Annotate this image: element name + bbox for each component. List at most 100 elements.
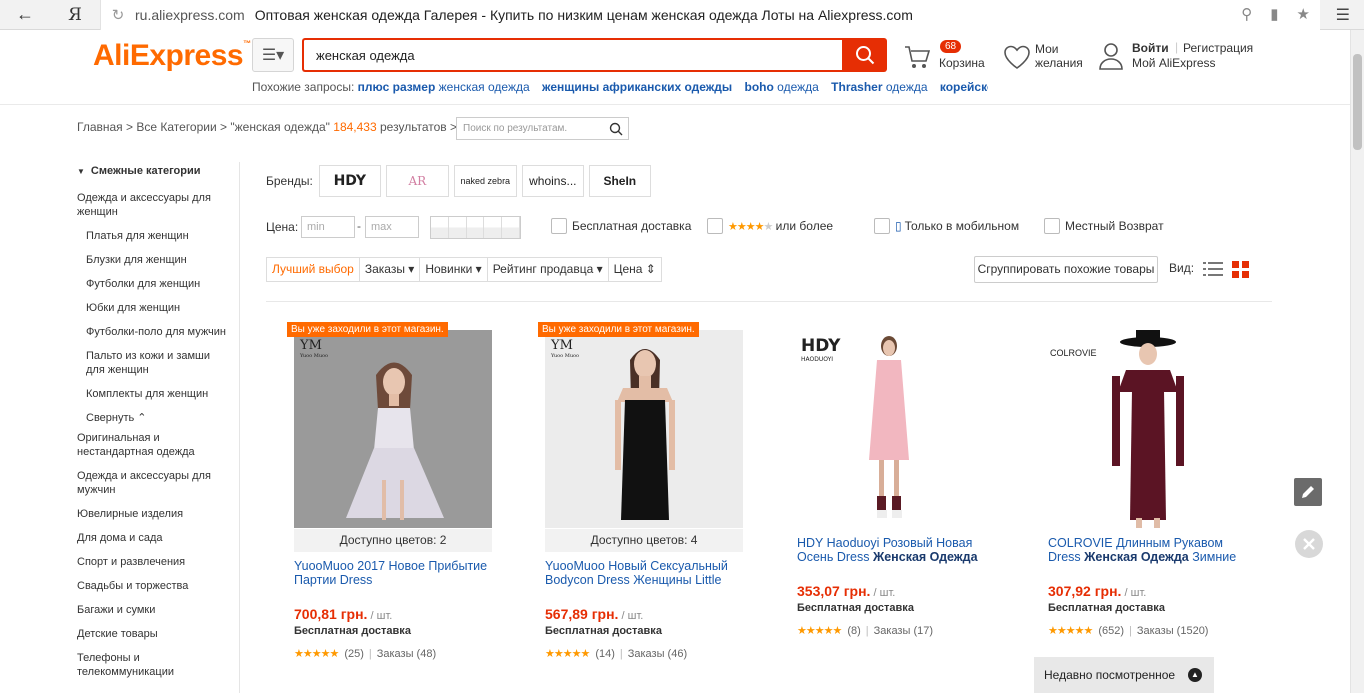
visited-store-badge: Вы уже заходили в этот магазин.: [538, 322, 699, 337]
sidebar-item[interactable]: Оригинальная и нестандартная одежда: [77, 431, 227, 459]
mobile-only-checkbox[interactable]: ▯ Только в мобильном: [874, 218, 1019, 234]
lock-icon[interactable]: ▮: [1270, 5, 1278, 23]
related-item[interactable]: boho одежда: [745, 80, 819, 94]
login-link[interactable]: Войти: [1132, 41, 1169, 55]
search-icon[interactable]: [609, 122, 623, 136]
star-bookmark-icon[interactable]: ★: [1297, 5, 1310, 23]
product-image[interactable]: HDY HAODUOYI: [797, 330, 995, 528]
brand-whoins[interactable]: whoins...: [521, 165, 584, 197]
pencil-icon: [1302, 486, 1314, 498]
price-max-input[interactable]: max: [365, 216, 419, 238]
browser-menu-icon[interactable]: ☰: [1336, 5, 1350, 25]
grid-view-icon[interactable]: [1232, 261, 1249, 278]
scrollbar-thumb[interactable]: [1353, 54, 1362, 150]
sort-seller-rating[interactable]: Рейтинг продавца ▾: [488, 258, 609, 281]
sort-options: Лучший выбор Заказы ▾ Новинки ▾ Рейтинг …: [266, 257, 662, 282]
ym-logo: YM Yuoo Muoo: [300, 338, 329, 359]
product-title[interactable]: YuooMuoo 2017 Новое Прибытие Партии Dres…: [294, 559, 494, 587]
free-shipping-checkbox[interactable]: Бесплатная доставка: [551, 218, 691, 234]
sidebar-item[interactable]: Детские товары: [77, 627, 227, 641]
brand-shein[interactable]: SheIn: [588, 165, 651, 197]
sidebar-item[interactable]: Одежда и аксессуары для мужчин: [77, 469, 227, 497]
sidebar-item[interactable]: Пальто из кожи и замши для женщин: [77, 349, 227, 377]
sort-price[interactable]: Цена ⇕: [609, 258, 661, 281]
product-price: 567,89 грн. / шт.: [545, 606, 644, 622]
search-page-icon[interactable]: ⚲: [1241, 5, 1252, 23]
related-item[interactable]: Thrasher одежда: [831, 80, 927, 94]
wishlist-button[interactable]: Мои желания: [1003, 42, 1093, 72]
brand-ar[interactable]: AR: [385, 165, 449, 197]
search-within-results-input[interactable]: Поиск по результатам.: [456, 117, 629, 140]
group-similar-button[interactable]: Сгруппировать похожие товары: [974, 256, 1158, 283]
free-shipping-label: Бесплатная доставка: [545, 625, 662, 637]
sidebar-item[interactable]: Платья для женщин: [77, 229, 227, 243]
cart-button[interactable]: 68 Корзина: [904, 40, 990, 72]
sidebar-item[interactable]: Футболки-поло для мужчин: [77, 325, 227, 339]
sidebar-item[interactable]: Футболки для женщин: [77, 277, 227, 291]
sort-newest[interactable]: Новинки ▾: [420, 258, 488, 281]
related-label: Похожие запросы:: [252, 80, 355, 94]
aliexpress-logo[interactable]: AliExpress™: [93, 39, 251, 73]
product-rating: ★★★★★ (14) | Заказы (46): [545, 648, 688, 660]
chevron-up-icon[interactable]: ▲: [1188, 668, 1202, 682]
yandex-logo-icon[interactable]: Я: [50, 0, 100, 30]
breadcrumb-home[interactable]: Главная: [77, 120, 123, 134]
sidebar-collapse[interactable]: Свернуть ⌃: [77, 411, 227, 425]
breadcrumb: Главная > Все Категории > "женская одежд…: [77, 120, 458, 134]
page-title: Оптовая женская одежда Галерея - Купить …: [254, 7, 913, 23]
sidebar-item[interactable]: Багажи и сумки: [77, 603, 227, 617]
product-image[interactable]: COLROVIE: [1048, 330, 1246, 528]
product-title[interactable]: YuooMuoo Новый Сексуальный Bodycon Dress…: [545, 559, 745, 587]
cart-count-badge: 68: [940, 40, 962, 53]
breadcrumb-all[interactable]: Все Категории: [136, 120, 216, 134]
sidebar-item[interactable]: Свадьбы и торжества: [77, 579, 227, 593]
sidebar-item[interactable]: Спорт и развлечения: [77, 555, 227, 569]
search-input[interactable]: женская одежда: [302, 38, 843, 72]
price-min-input[interactable]: min: [301, 216, 355, 238]
breadcrumb-query: "женская одежда": [230, 120, 330, 134]
product-price: 353,07 грн. / шт.: [797, 583, 896, 599]
close-button[interactable]: [1295, 530, 1323, 558]
page-scrollbar[interactable]: [1350, 30, 1364, 693]
sort-best-match[interactable]: Лучший выбор: [267, 258, 360, 281]
brands-filter: Бренды: HDY AR naked zebra whoins... She…: [266, 165, 656, 197]
star-icon: ★★★★★: [728, 220, 773, 233]
list-view-icon[interactable]: [1203, 261, 1223, 277]
sort-orders[interactable]: Заказы ▾: [360, 258, 421, 281]
sidebar-title: Смежные категории: [77, 165, 227, 177]
related-item[interactable]: плюс размер женская одежда: [358, 80, 530, 94]
cart-icon: [905, 46, 931, 68]
visited-store-badge: Вы уже заходили в этот магазин.: [287, 322, 448, 337]
reload-icon[interactable]: ↻: [101, 6, 135, 24]
sidebar-item[interactable]: Одежда и аксессуары для женщин: [77, 191, 227, 219]
product-image[interactable]: YM Yuoo Muoo: [545, 330, 743, 528]
related-item[interactable]: женщины африканских одежды: [542, 80, 732, 94]
sidebar-item[interactable]: Юбки для женщин: [77, 301, 227, 315]
rating-checkbox[interactable]: ★★★★★ или более: [707, 218, 833, 234]
register-link[interactable]: Регистрация: [1183, 41, 1253, 55]
product-image[interactable]: YM Yuoo Muoo: [294, 330, 492, 528]
sidebar-item[interactable]: Комплекты для женщин: [77, 387, 227, 401]
orders-count: Заказы (46): [627, 648, 688, 660]
sidebar-item[interactable]: Блузки для женщин: [77, 253, 227, 267]
address-bar[interactable]: ↻ ru.aliexpress.com Оптовая женская одеж…: [100, 0, 1320, 30]
sidebar-item[interactable]: Для дома и сада: [77, 531, 227, 545]
product-title[interactable]: HDY Haoduoyi Розовый Новая Осень Dress Ж…: [797, 536, 997, 564]
price-histogram[interactable]: [430, 216, 521, 239]
product-price: 307,92 грн. / шт.: [1048, 583, 1147, 599]
brand-naked-zebra[interactable]: naked zebra: [453, 165, 517, 197]
star-icon: ★★★★★: [294, 648, 339, 660]
product-title[interactable]: COLROVIE Длинным Рукавом Dress Женская О…: [1048, 536, 1248, 564]
search-button[interactable]: [842, 38, 887, 72]
feedback-edit-button[interactable]: [1294, 478, 1322, 506]
related-item[interactable]: корейской мо: [940, 80, 988, 94]
sidebar-item[interactable]: Телефоны и телекоммуникации: [77, 651, 227, 679]
brand-hdy[interactable]: HDY: [318, 165, 381, 197]
brands-label: Бренды:: [266, 174, 313, 188]
local-return-checkbox[interactable]: Местный Возврат: [1044, 218, 1164, 234]
back-icon[interactable]: ←: [0, 0, 50, 30]
recently-viewed-panel[interactable]: Недавно посмотренное ▲: [1034, 657, 1214, 693]
my-aliexpress-link[interactable]: Мой AliExpress: [1132, 56, 1216, 70]
categories-menu-button[interactable]: ☰▾: [252, 38, 294, 72]
sidebar-item[interactable]: Ювелирные изделия: [77, 507, 227, 521]
